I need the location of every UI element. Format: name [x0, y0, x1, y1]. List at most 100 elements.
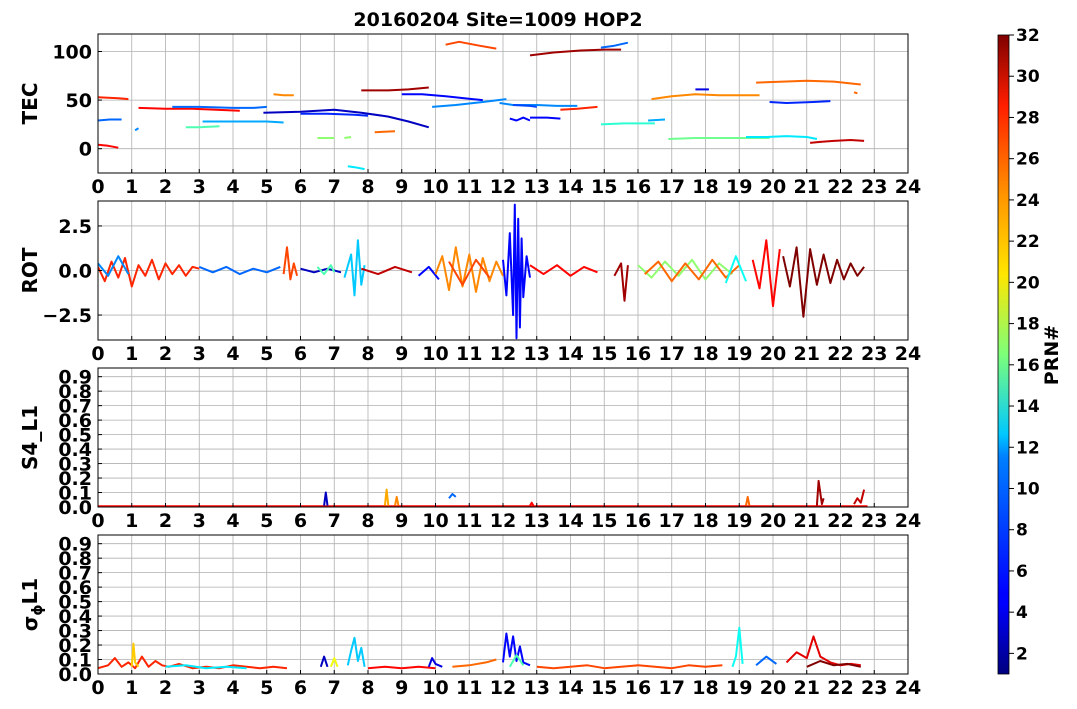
colorbar: 2468101214161820222426283032 PRN#: [997, 26, 1063, 675]
x-tick-label: 14: [557, 510, 583, 532]
x-tick-label: 15: [591, 510, 617, 532]
colorbar-tick-label: 26: [1016, 150, 1040, 170]
x-tick-label: 3: [193, 343, 206, 365]
y-axis-label-main: σ: [18, 616, 42, 632]
colorbar-tick-label: 6: [1016, 562, 1028, 582]
x-tick-label: 2: [159, 677, 172, 699]
y-tick-label: 100: [52, 41, 92, 63]
series-line-prn-24: [273, 93, 294, 97]
x-tick-label: 5: [260, 176, 273, 198]
series-line-prn-8: [98, 118, 122, 122]
colorbar-gradient: [997, 34, 1010, 675]
x-tick-label: 12: [490, 510, 516, 532]
x-tick-label: 20: [760, 677, 786, 699]
x-tick-label: 11: [456, 343, 482, 365]
x-tick-label: 17: [659, 176, 685, 198]
x-tick-label: 20: [760, 343, 786, 365]
x-tick-label: 23: [861, 343, 887, 365]
x-tick-label: 13: [524, 176, 550, 198]
y-tick-label: 0.9: [58, 534, 92, 556]
x-tick-label: 18: [692, 677, 718, 699]
x-tick-label: 9: [395, 510, 408, 532]
x-tick-label: 7: [328, 343, 341, 365]
x-tick-label: 14: [557, 343, 583, 365]
colorbar-ticks: 2468101214161820222426283032: [1009, 26, 1040, 664]
colorbar-tick-label: 32: [1016, 26, 1040, 46]
y-axis-label-sub: ϕ: [30, 604, 46, 615]
x-tick-label: 20: [760, 510, 786, 532]
chart-panel-3: 0 1 2 3 4 5 6 7 8 9 10 11 12 13 14 15 16 17 18 19 20 21 22 23 24…: [18, 367, 921, 532]
colorbar-tick-label: 16: [1016, 356, 1040, 376]
y-tick-label: 0.0: [58, 261, 92, 283]
series-line-prn-5: [530, 116, 561, 120]
colorbar-tick-label: 20: [1016, 273, 1040, 293]
x-tick-label: 6: [294, 343, 307, 365]
x-tick-label: 8: [361, 343, 374, 365]
x-tick-label: 23: [861, 677, 887, 699]
x-tick-label: 9: [395, 176, 408, 198]
x-tick-label: 4: [226, 677, 239, 699]
x-tick-label: 0: [91, 343, 104, 365]
series-line-prn-14: [600, 122, 655, 126]
x-tick-label: 22: [827, 677, 853, 699]
x-tick-label: 24: [895, 343, 921, 365]
x-tick-label: 16: [625, 677, 651, 699]
x-tick-label: 18: [692, 343, 718, 365]
x-tick-label: 11: [456, 677, 482, 699]
colorbar-tick-label: 2: [1016, 644, 1028, 664]
x-tick-label: 9: [395, 343, 408, 365]
y-tick-label: 0.9: [58, 367, 92, 389]
chart-panel-2: 0 1 2 3 4 5 6 7 8 9 10 11 12 13 14 15 16 17 18 19 20 21 22 23 24…: [18, 200, 921, 365]
x-tick-label: 15: [591, 176, 617, 198]
x-tick-label: 17: [659, 510, 685, 532]
y-axis-label-tail: L1: [18, 578, 42, 605]
x-tick-label: 11: [456, 176, 482, 198]
figure-title: 20160204 Site=1009 HOP2: [353, 9, 642, 31]
x-tick-label: 4: [226, 510, 239, 532]
colorbar-tick-label: 30: [1016, 67, 1040, 87]
x-tick-label: 6: [294, 677, 307, 699]
y-tick-label: 50: [66, 90, 92, 112]
x-tick-label: 8: [361, 176, 374, 198]
x-tick-label: 15: [591, 343, 617, 365]
x-tick-label: 23: [861, 510, 887, 532]
x-tick-label: 21: [794, 677, 820, 699]
colorbar-tick-label: 8: [1016, 521, 1028, 541]
x-tick-label: 4: [226, 176, 239, 198]
y-axis-label: σϕL1: [18, 578, 46, 631]
colorbar-tick-label: 24: [1016, 191, 1040, 211]
y-tick-label: −2.5: [42, 305, 92, 327]
panels: 0 1 2 3 4 5 6 7 8 9 10 11 12 13 14 15 16 17 18 19 20 21 22 23 24…: [18, 33, 921, 699]
x-tick-label: 21: [794, 176, 820, 198]
x-tick-label: 8: [361, 677, 374, 699]
colorbar-tick-label: 14: [1016, 397, 1040, 417]
x-tick-label: 3: [193, 677, 206, 699]
x-tick-label: 14: [557, 677, 583, 699]
y-axis-label: ROT: [18, 247, 42, 293]
x-tick-label: 16: [625, 343, 651, 365]
x-tick-label: 24: [895, 510, 921, 532]
x-tick-label: 10: [422, 677, 448, 699]
x-tick-label: 6: [294, 176, 307, 198]
colorbar-tick-label: 4: [1016, 603, 1028, 623]
x-tick-label: 9: [395, 677, 408, 699]
x-tick-label: 0: [91, 176, 104, 198]
x-tick-label: 22: [827, 343, 853, 365]
x-tick-label: 3: [193, 510, 206, 532]
colorbar-label: PRN#: [1041, 325, 1063, 385]
x-tick-label: 19: [726, 510, 752, 532]
y-axis-label: TEC: [18, 83, 42, 125]
x-tick-label: 7: [328, 176, 341, 198]
x-tick-label: 7: [328, 677, 341, 699]
series-line-prn-17: [344, 136, 352, 139]
figure: 20160204 Site=1009 HOP2 0 1 2 3 4 5 6 7 8 9 10 11 12…: [18, 9, 1063, 699]
x-tick-label: 23: [861, 176, 887, 198]
x-tick-label: 12: [490, 176, 516, 198]
x-tick-label: 22: [827, 176, 853, 198]
colorbar-tick-label: 12: [1016, 438, 1040, 458]
x-tick-label: 24: [895, 677, 921, 699]
series-line-prn-10: [202, 120, 284, 124]
series-line-prn-25: [374, 130, 396, 134]
x-tick-label: 0: [91, 677, 104, 699]
x-tick-label: 2: [159, 510, 172, 532]
